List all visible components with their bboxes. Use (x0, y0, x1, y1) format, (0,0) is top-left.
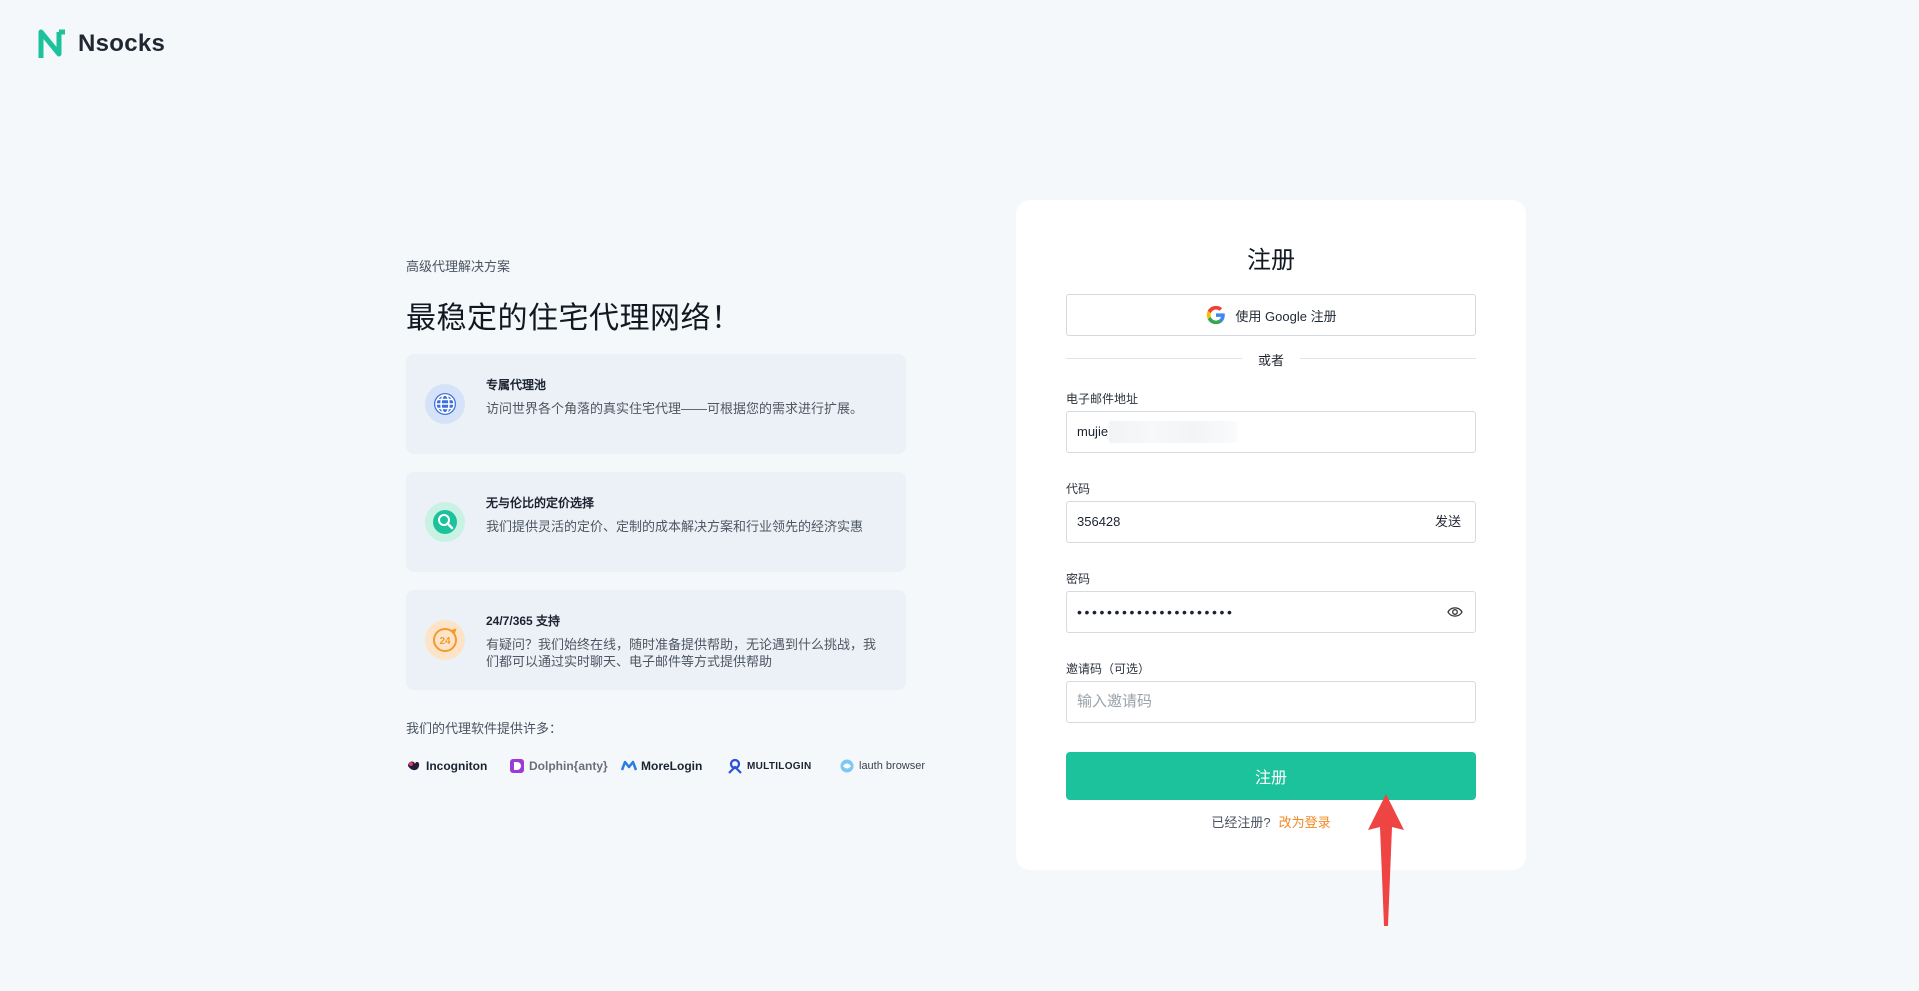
feature-title: 24/7/365 支持 (486, 614, 561, 628)
hero-section: 高级代理解决方案 最稳定的住宅代理网络！ (406, 256, 906, 337)
google-icon (1207, 305, 1226, 325)
lauth-browser-icon (840, 759, 854, 773)
annotation-arrow-icon (1368, 794, 1404, 926)
partners-label: 我们的代理软件提供许多： (406, 721, 563, 736)
google-signup-button[interactable]: 使用 Google 注册 (1066, 294, 1476, 336)
send-code-button[interactable]: 发送 (1435, 502, 1461, 542)
password-field[interactable]: ••••••••••••••••••••• (1066, 591, 1476, 633)
register-card: 注册 使用 Google 注册 或者 电子邮件地址 mujie 代码 35642… (1016, 200, 1526, 870)
email-field[interactable]: mujie (1066, 411, 1476, 453)
code-value: 356428 (1077, 514, 1121, 529)
register-submit-button[interactable]: 注册 (1066, 752, 1476, 800)
feature-title: 专属代理池 (486, 378, 547, 392)
email-value: mujie (1077, 424, 1109, 439)
feature-desc: 有疑问？我们始终在线，随时准备提供帮助，无论遇到什么挑战，我们都可以通过实时聊天… (486, 637, 877, 669)
nsocks-logo-icon (38, 29, 65, 58)
google-signup-label: 使用 Google 注册 (1235, 308, 1337, 324)
partner-incogniton: Incogniton (406, 758, 509, 774)
support-24-icon: 24 (425, 620, 465, 660)
brand-name: Nsocks (78, 30, 166, 57)
globe-icon (425, 384, 465, 424)
partner-multilogin: MULTILOGIN (727, 758, 839, 774)
or-label: 或者 (1257, 353, 1284, 368)
password-value: ••••••••••••••••••••• (1077, 604, 1235, 620)
magnifier-icon (425, 502, 465, 542)
code-field[interactable]: 356428 发送 (1066, 501, 1476, 543)
svg-text:24: 24 (439, 636, 451, 647)
partner-morelogin: MoreLogin (621, 758, 727, 774)
email-redaction (1109, 421, 1237, 443)
invite-code-input[interactable]: 输入邀请码 (1066, 681, 1476, 723)
multilogin-icon (728, 758, 742, 774)
eye-icon[interactable] (1447, 605, 1463, 619)
invite-placeholder: 输入邀请码 (1077, 693, 1153, 710)
hero-tagline: 高级代理解决方案 (406, 259, 511, 274)
feature-title: 无与伦比的定价选择 (486, 496, 595, 510)
or-divider: 或者 (1066, 350, 1476, 368)
feature-card-pricing: 无与伦比的定价选择 我们提供灵活的定价、定制的成本解决方案和行业领先的经济实惠 (406, 472, 906, 572)
code-label: 代码 (1066, 482, 1091, 496)
login-row: 已经注册? 改为登录 (1016, 812, 1526, 831)
feature-card-pool: 专属代理池 访问世界各个角落的真实住宅代理——可根据您的需求进行扩展。 (406, 354, 906, 454)
register-submit-label: 注册 (1254, 770, 1287, 787)
password-label: 密码 (1066, 572, 1091, 586)
feature-desc: 我们提供灵活的定价、定制的成本解决方案和行业领先的经济实惠 (486, 519, 864, 534)
partner-dolphin: Dolphin{anty} (509, 758, 621, 774)
partner-lauth: lauth browser (839, 758, 929, 774)
incogniton-icon (408, 761, 420, 771)
partner-logos: Incogniton Dolphin{anty} MoreLogin MULTI… (406, 758, 929, 774)
brand-logo[interactable]: Nsocks (38, 28, 165, 60)
register-title: 注册 (1247, 247, 1295, 274)
feature-card-support: 24 24/7/365 支持 有疑问？我们始终在线，随时准备提供帮助，无论遇到什… (406, 590, 906, 690)
invite-label: 邀请码（可选） (1066, 662, 1151, 676)
hero-headline: 最稳定的住宅代理网络！ (406, 302, 742, 335)
email-label: 电子邮件地址 (1066, 392, 1139, 406)
dolphin-icon (510, 759, 524, 773)
feature-desc: 访问世界各个角落的真实住宅代理——可根据您的需求进行扩展。 (486, 401, 864, 416)
login-prompt: 已经注册? (1211, 815, 1271, 830)
switch-to-login-link[interactable]: 改为登录 (1279, 815, 1331, 830)
morelogin-icon (621, 760, 637, 771)
